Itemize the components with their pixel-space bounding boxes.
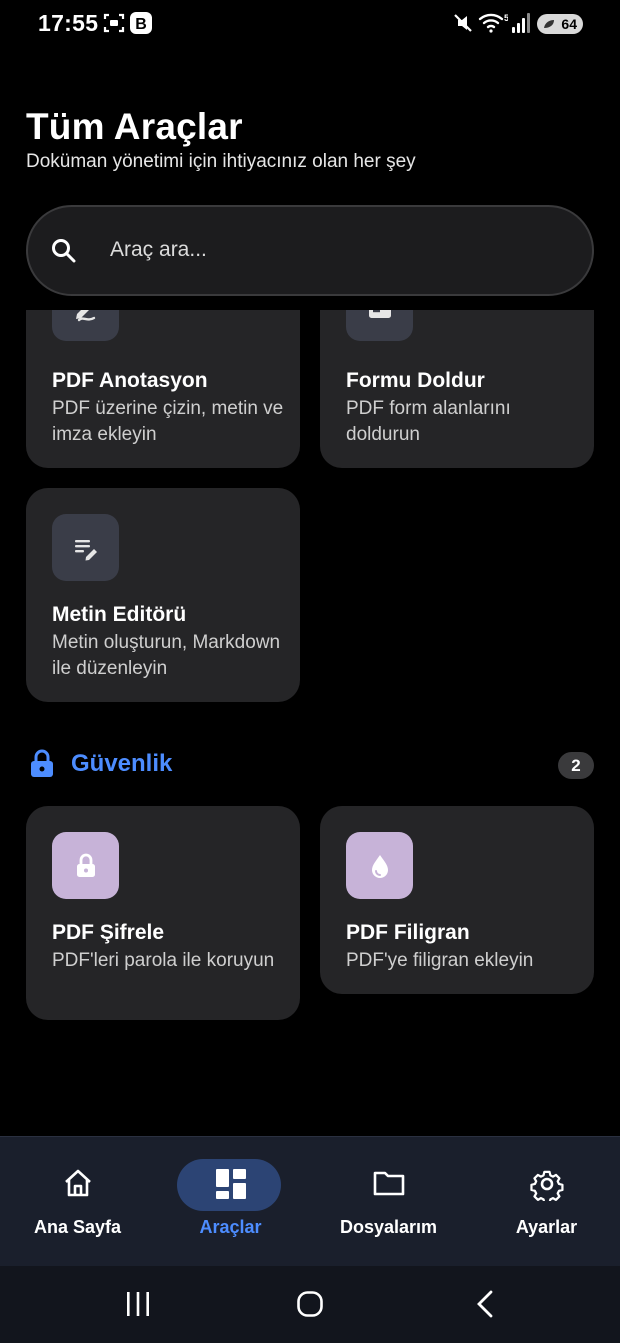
status-bar: 17:55 B 5 64 bbox=[0, 0, 620, 48]
page-title: Tüm Araçlar bbox=[26, 106, 243, 147]
folder-icon bbox=[372, 1167, 406, 1204]
tool-icon-box bbox=[346, 832, 413, 899]
tool-description: Metin oluşturun, Markdown ile düzenleyin bbox=[52, 632, 281, 679]
wifi-icon: 5 bbox=[478, 11, 509, 40]
home-icon bbox=[62, 1167, 94, 1204]
tools-list[interactable]: PDF Anotasyon PDF üzerine çizin, metin v… bbox=[0, 310, 620, 1136]
nav-item-home[interactable]: Ana Sayfa bbox=[0, 1137, 155, 1267]
tool-icon-box bbox=[52, 832, 119, 899]
home-circle-icon[interactable] bbox=[296, 1290, 324, 1323]
tool-card-pdf-annotation[interactable]: PDF Anotasyon PDF üzerine çizin, metin v… bbox=[26, 310, 300, 468]
nav-item-files[interactable]: Dosyalarım bbox=[311, 1137, 466, 1267]
section-title: Güvenlik bbox=[71, 750, 173, 777]
mute-icon bbox=[452, 12, 474, 39]
nav-label: Ana Sayfa bbox=[33, 1217, 122, 1237]
gear-icon bbox=[529, 1167, 564, 1206]
screenshot-icon bbox=[103, 12, 125, 39]
tool-title: PDF Filigran bbox=[346, 921, 470, 944]
lock-icon bbox=[76, 853, 95, 877]
tool-description: PDF form alanlarını doldurun bbox=[346, 398, 511, 445]
tool-icon-box bbox=[346, 310, 413, 341]
tool-icon-box bbox=[52, 514, 119, 581]
signal-icon bbox=[511, 12, 531, 39]
status-time: 17:55 bbox=[38, 10, 99, 36]
form-check-icon bbox=[368, 310, 391, 318]
tool-card-fill-form[interactable]: Formu Doldur PDF form alanlarını dolduru… bbox=[320, 310, 594, 468]
search-input[interactable] bbox=[110, 234, 550, 266]
nav-label: Dosyalarım bbox=[339, 1217, 438, 1237]
tool-card-pdf-watermark[interactable]: PDF Filigran PDF'ye filigran ekleyin bbox=[320, 806, 594, 994]
search-icon bbox=[50, 237, 78, 270]
droplet-icon bbox=[371, 854, 388, 878]
b-notification-icon: B bbox=[129, 11, 153, 40]
system-nav-bar bbox=[0, 1266, 620, 1343]
dashboard-icon bbox=[214, 1167, 248, 1206]
leaf-icon bbox=[544, 20, 554, 28]
tool-icon-box bbox=[52, 310, 119, 341]
back-icon[interactable] bbox=[472, 1290, 498, 1323]
bottom-nav: Ana Sayfa Araçlar Dosyalarım Ayarlar bbox=[0, 1136, 620, 1266]
battery-indicator: 64 bbox=[537, 14, 583, 34]
tool-title: Formu Doldur bbox=[346, 369, 485, 392]
svg-text:B: B bbox=[135, 16, 147, 33]
tool-card-text-editor[interactable]: Metin Editörü Metin oluşturun, Markdown … bbox=[26, 488, 300, 702]
nav-item-tools[interactable]: Araçlar bbox=[153, 1137, 308, 1267]
text-edit-icon bbox=[74, 539, 97, 560]
tool-description: PDF'leri parola ile koruyun bbox=[52, 950, 275, 971]
battery-level: 64 bbox=[561, 16, 577, 32]
tool-description: PDF'ye filigran ekleyin bbox=[346, 950, 534, 971]
tool-card-pdf-encrypt[interactable]: PDF Şifrele PDF'leri parola ile koruyun bbox=[26, 806, 300, 1020]
tool-description: PDF üzerine çizin, metin ve imza ekleyin bbox=[52, 398, 284, 445]
lock-icon bbox=[31, 749, 53, 777]
recents-icon[interactable] bbox=[124, 1290, 152, 1323]
tool-title: Metin Editörü bbox=[52, 603, 187, 626]
tool-title: PDF Anotasyon bbox=[52, 369, 208, 392]
section-header-security: Güvenlik 2 bbox=[26, 748, 594, 784]
draw-icon bbox=[75, 310, 95, 321]
section-count-badge: 2 bbox=[558, 752, 594, 779]
nav-label: Ayarlar bbox=[515, 1217, 578, 1237]
page-subtitle: Doküman yönetimi için ihtiyacınız olan h… bbox=[26, 151, 416, 172]
nav-label: Araçlar bbox=[199, 1217, 262, 1237]
svg-text:5: 5 bbox=[504, 13, 508, 23]
tool-title: PDF Şifrele bbox=[52, 921, 165, 944]
nav-item-settings[interactable]: Ayarlar bbox=[469, 1137, 620, 1267]
